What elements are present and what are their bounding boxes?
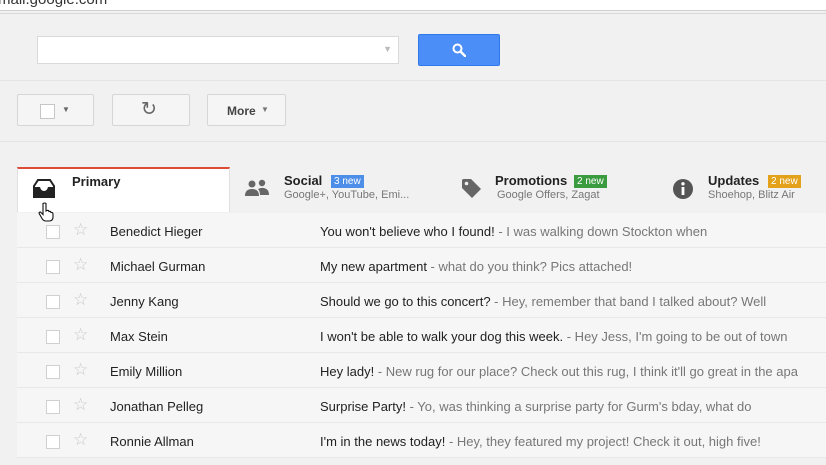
select-all-button[interactable]: ▼ [17, 94, 94, 126]
email-subject: You won't believe who I found! [320, 224, 495, 239]
star-icon[interactable]: ☆ [73, 255, 88, 275]
search-field[interactable]: ▼ [37, 36, 399, 64]
table-row[interactable]: ☆ Emily Million Hey lady! - New rug for … [17, 353, 826, 388]
email-sender: Jenny Kang [110, 294, 179, 309]
row-checkbox[interactable] [46, 260, 60, 274]
search-icon [452, 43, 466, 57]
more-button[interactable]: More ▼ [207, 94, 286, 126]
email-list: ☆ Benedict Hieger You won't believe who … [17, 213, 826, 458]
email-subject: Should we go to this concert? [320, 294, 491, 309]
updates-new-badge: 2 new [768, 175, 801, 188]
star-icon[interactable]: ☆ [73, 360, 88, 380]
email-message: Surprise Party! - Yo, was thinking a sur… [320, 399, 751, 414]
table-row[interactable]: ☆ Jonathan Pelleg Surprise Party! - Yo, … [17, 388, 826, 423]
star-icon[interactable]: ☆ [73, 395, 88, 415]
email-subject: Hey lady! [320, 364, 375, 379]
tag-icon [462, 179, 481, 198]
inbox-icon [33, 179, 55, 198]
row-checkbox[interactable] [46, 400, 60, 414]
email-subject: I'm in the news today! [320, 434, 446, 449]
tab-social-subtitle: Google+, YouTube, Emi... [284, 189, 410, 201]
row-checkbox[interactable] [46, 225, 60, 239]
table-row[interactable]: ☆ Michael Gurman My new apartment - what… [17, 248, 826, 283]
email-sender: Michael Gurman [110, 259, 206, 274]
browser-url-bar[interactable]: mail.google.com [0, 0, 826, 11]
left-gutter [0, 213, 17, 465]
refresh-icon: ↻ [141, 99, 157, 120]
tab-updates-subtitle: Shoehop, Blitz Air [708, 189, 795, 201]
email-message: My new apartment - what do you think? Pi… [320, 259, 632, 274]
row-checkbox[interactable] [46, 330, 60, 344]
email-subject: I won't be able to walk your dog this we… [320, 329, 564, 344]
tab-social-label: Social [284, 173, 323, 188]
email-snippet: - Hey Jess, I'm going to be out of town [563, 329, 788, 344]
chevron-down-icon[interactable]: ▼ [383, 44, 392, 54]
search-input[interactable] [38, 37, 384, 63]
tab-updates[interactable]: Updates 2 new Shoehop, Blitz Air [656, 167, 826, 212]
people-icon [245, 179, 269, 196]
email-snippet: - what do you think? Pics attached! [426, 259, 633, 274]
email-snippet: - Yo, was thinking a surprise party for … [405, 399, 752, 414]
email-snippet: - Hey, they featured my project! Check i… [445, 434, 761, 449]
email-snippet: - New rug for our place? Check out this … [374, 364, 798, 379]
table-row[interactable]: ☆ Ronnie Allman I'm in the news today! -… [17, 423, 826, 458]
email-subject: My new apartment [320, 259, 427, 274]
tab-promotions-subtitle: Google Offers, Zagat [497, 189, 600, 201]
table-row[interactable]: ☆ Jenny Kang Should we go to this concer… [17, 283, 826, 318]
tab-promotions[interactable]: Promotions 2 new Google Offers, Zagat [444, 167, 655, 212]
search-bar: ▼ [0, 18, 826, 81]
url-text: mail.google.com [0, 0, 107, 8]
row-checkbox[interactable] [46, 295, 60, 309]
email-snippet: - Hey, remember that band I talked about… [490, 294, 767, 309]
email-snippet: - I was walking down Stockton when [494, 224, 708, 239]
hand-cursor-icon [38, 202, 54, 222]
email-message: I won't be able to walk your dog this we… [320, 329, 787, 344]
star-icon[interactable]: ☆ [73, 325, 88, 345]
inbox-tabs: Primary Social 3 new Google+, YouTube, E… [17, 167, 826, 212]
star-icon[interactable]: ☆ [73, 220, 88, 240]
chevron-down-icon: ▼ [261, 105, 269, 114]
mail-toolbar: ▼ ↻ More ▼ [0, 81, 826, 142]
email-sender: Ronnie Allman [110, 434, 194, 449]
social-new-badge: 3 new [331, 175, 364, 188]
star-icon[interactable]: ☆ [73, 430, 88, 450]
table-row[interactable]: ☆ Benedict Hieger You won't believe who … [17, 213, 826, 248]
info-icon [673, 179, 693, 199]
row-checkbox[interactable] [46, 435, 60, 449]
promotions-new-badge: 2 new [574, 175, 607, 188]
email-sender: Max Stein [110, 329, 168, 344]
refresh-button[interactable]: ↻ [112, 94, 190, 126]
more-button-label: More [227, 104, 256, 118]
row-checkbox[interactable] [46, 365, 60, 379]
tab-promotions-label: Promotions [495, 173, 568, 188]
email-message: Should we go to this concert? - Hey, rem… [320, 294, 766, 309]
search-button[interactable] [418, 34, 500, 66]
tab-social[interactable]: Social 3 new Google+, YouTube, Emi... [231, 167, 443, 212]
tab-primary-label: Primary [72, 174, 121, 189]
email-message: You won't believe who I found! - I was w… [320, 224, 707, 239]
chevron-down-icon[interactable]: ▼ [62, 105, 70, 114]
table-row[interactable]: ☆ Max Stein I won't be able to walk your… [17, 318, 826, 353]
email-message: Hey lady! - New rug for our place? Check… [320, 364, 798, 379]
email-subject: Surprise Party! [320, 399, 406, 414]
tab-updates-label: Updates [708, 173, 760, 188]
email-sender: Benedict Hieger [110, 224, 203, 239]
email-message: I'm in the news today! - Hey, they featu… [320, 434, 761, 449]
email-sender: Jonathan Pelleg [110, 399, 204, 414]
email-sender: Emily Million [110, 364, 183, 379]
divider [0, 13, 826, 14]
star-icon[interactable]: ☆ [73, 290, 88, 310]
select-all-checkbox[interactable] [40, 104, 55, 119]
